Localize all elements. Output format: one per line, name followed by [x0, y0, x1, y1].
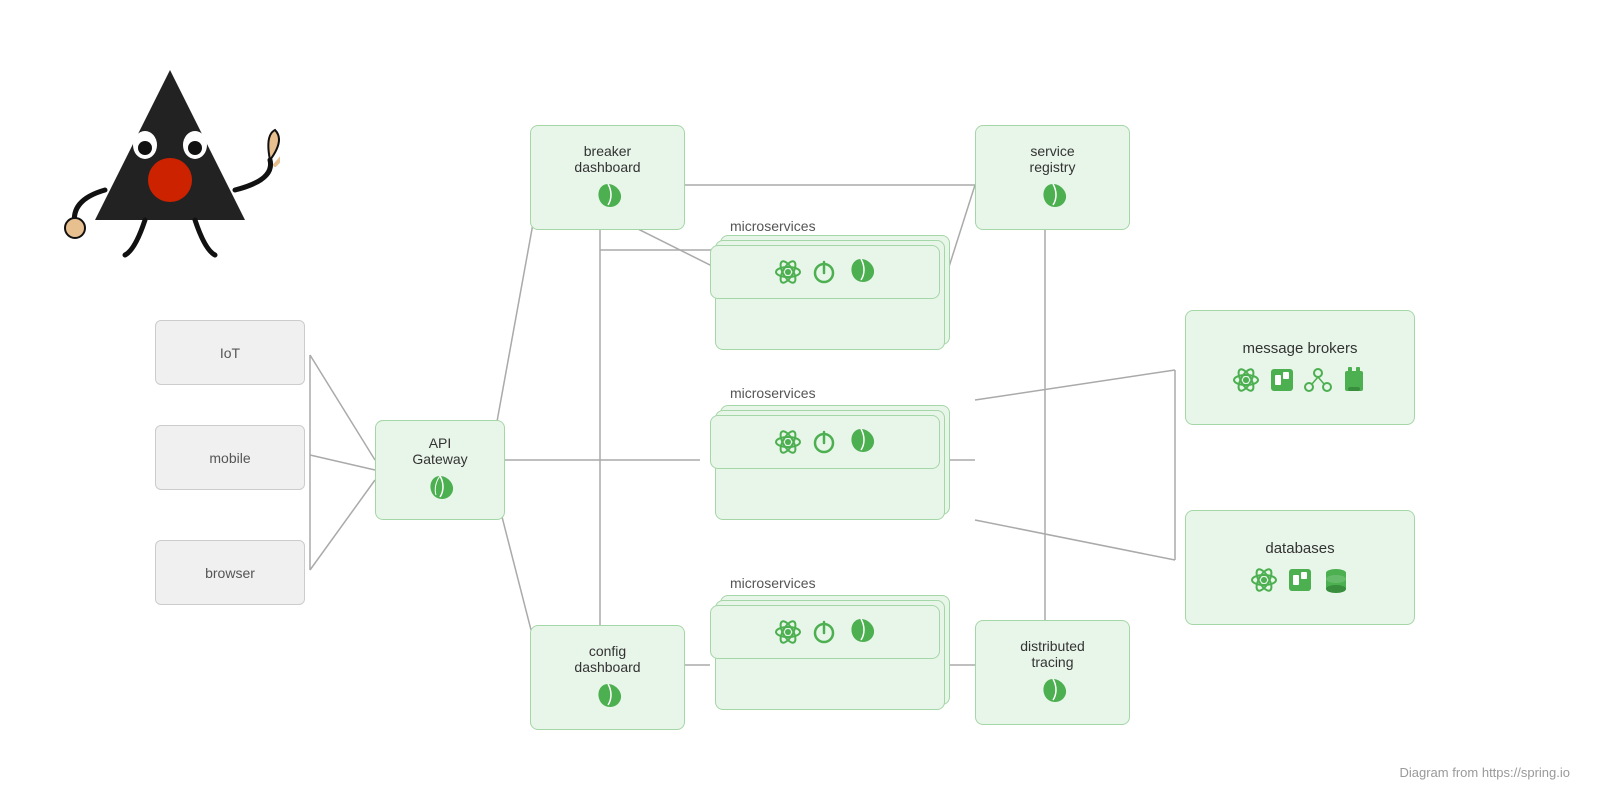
api-gateway-label: APIGateway — [412, 435, 467, 467]
spring-leaf-icon-bot — [845, 616, 877, 648]
distributed-tracing-node: distributedtracing — [975, 620, 1130, 725]
atom-icon-mid — [773, 427, 803, 457]
message-brokers-node: message brokers — [1185, 310, 1415, 425]
microservices-bot-label: microservices — [730, 575, 816, 591]
spring-leaf-icon-mid — [845, 426, 877, 458]
mascot — [60, 60, 280, 260]
power-icon — [809, 257, 839, 287]
spring-leaf-icon — [424, 473, 456, 505]
db-atom-icon — [1249, 565, 1279, 595]
breaker-dashboard-node: breakerdashboard — [530, 125, 685, 230]
breaker-dashboard-label: breakerdashboard — [574, 143, 640, 175]
config-dashboard-label: configdashboard — [574, 643, 640, 675]
databases-label: databases — [1265, 540, 1334, 557]
breaker-leaf-icon — [592, 181, 624, 213]
databases-node: databases — [1185, 510, 1415, 625]
mobile-node: mobile — [155, 425, 305, 490]
browser-node: browser — [155, 540, 305, 605]
browser-label: browser — [205, 565, 255, 581]
microservices-top-stack — [710, 245, 940, 355]
service-registry-label: serviceregistry — [1030, 143, 1076, 175]
microservices-top-label: microservices — [730, 218, 816, 234]
broker-atom-icon — [1231, 365, 1261, 395]
api-gateway-node: APIGateway — [375, 420, 505, 520]
atom-icon-bot — [773, 617, 803, 647]
spring-leaf-icon-top — [845, 256, 877, 288]
power-icon-mid — [809, 427, 839, 457]
activemq-icon — [1339, 365, 1369, 395]
tracing-leaf-icon — [1037, 676, 1069, 708]
credit-text: Diagram from https://spring.io — [1399, 765, 1570, 780]
message-brokers-label: message brokers — [1242, 340, 1357, 357]
rabbitmq-icon — [1267, 365, 1297, 395]
config-dashboard-node: configdashboard — [530, 625, 685, 730]
atom-icon — [773, 257, 803, 287]
registry-leaf-icon — [1037, 181, 1069, 213]
microservices-mid-stack — [710, 415, 940, 525]
distributed-tracing-label: distributedtracing — [1020, 638, 1085, 670]
kafka-icon — [1303, 365, 1333, 395]
microservices-bot-stack — [710, 605, 940, 715]
iot-node: IoT — [155, 320, 305, 385]
service-registry-node: serviceregistry — [975, 125, 1130, 230]
mobile-label: mobile — [209, 450, 250, 466]
iot-label: IoT — [220, 345, 240, 361]
db-connector-icon — [1285, 565, 1315, 595]
api-gateway-icons — [424, 473, 456, 505]
microservices-mid-label: microservices — [730, 385, 816, 401]
cylinder-db-icon — [1321, 565, 1351, 595]
power-icon-bot — [809, 617, 839, 647]
config-leaf-icon — [592, 681, 624, 713]
